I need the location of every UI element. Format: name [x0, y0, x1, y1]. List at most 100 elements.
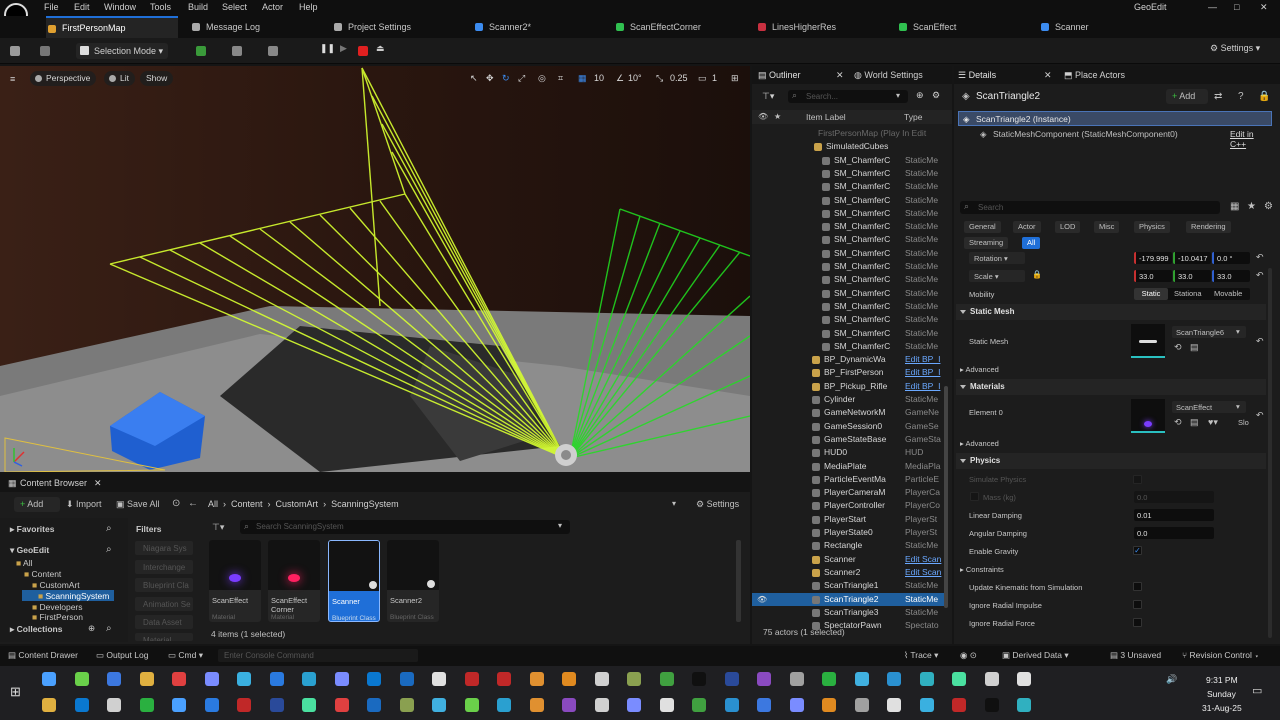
camera-speed-value[interactable]: 1	[712, 73, 717, 83]
outliner-row[interactable]: HUD0 HUD	[752, 446, 945, 459]
details-search-input[interactable]: ⌕ Search	[960, 201, 1220, 214]
filter-data-asset[interactable]: Data Asset	[135, 615, 193, 629]
photos-icon[interactable]	[74, 672, 89, 686]
visibility-column-icon[interactable]: 👁	[758, 112, 768, 121]
reset-icon[interactable]: ↶	[1256, 410, 1264, 421]
section-materials[interactable]: Materials	[956, 379, 1266, 395]
category-actor[interactable]: Actor	[1013, 221, 1041, 233]
outliner-row[interactable]: PlayerState0 PlayerSt	[752, 526, 945, 539]
pinned-app-icon[interactable]	[302, 698, 316, 712]
component-child-row[interactable]: ◈ StaticMeshComponent (StaticMeshCompone…	[958, 127, 1272, 149]
search-icon[interactable]: ⌕	[106, 623, 112, 634]
scale-mode-dropdown[interactable]: Scale ▾	[969, 270, 1025, 282]
outliner-row[interactable]: SM_ChamferC StaticMe	[752, 260, 945, 273]
discord-icon[interactable]	[204, 672, 219, 686]
add-component-button[interactable]: + Add	[1166, 89, 1208, 104]
tab-scanner[interactable]: Scanner	[1039, 16, 1089, 38]
star-icon[interactable]: ★	[1247, 201, 1256, 212]
outliner-row[interactable]: SM_ChamferC StaticMe	[752, 220, 945, 233]
category-lod[interactable]: LOD	[1055, 221, 1081, 233]
outliner-row[interactable]: SimulatedCubes	[752, 140, 945, 153]
close-icon[interactable]: ✕	[94, 478, 102, 489]
outliner-item-type[interactable]: Edit BP_I	[905, 353, 945, 366]
pinned-app-icon[interactable]	[367, 698, 381, 712]
details-tab[interactable]: ☰ Details	[958, 70, 996, 81]
section-physics[interactable]: Physics	[956, 453, 1266, 469]
tab-project-settings[interactable]: Project Settings	[332, 16, 411, 38]
pinned-app-icon[interactable]	[627, 698, 641, 712]
tab-scaneffect[interactable]: ScanEffect	[897, 16, 956, 38]
scale-x-field[interactable]: 33.0	[1134, 270, 1172, 282]
trace-button[interactable]: ⌇ Trace ▾	[904, 650, 938, 661]
outliner-row[interactable]: GameSession0 GameSe	[752, 420, 945, 433]
save-icon[interactable]	[10, 46, 20, 56]
outliner-row[interactable]: SM_ChamferC StaticMe	[752, 247, 945, 260]
chrome2-icon[interactable]	[237, 672, 251, 686]
filter-material[interactable]: Material	[135, 633, 193, 641]
outliner-row[interactable]: Rectangle StaticMe	[752, 539, 945, 552]
outliner-row[interactable]: FirstPersonMap (Play In Edit	[752, 127, 945, 140]
blender-icon[interactable]	[529, 672, 544, 686]
material-thumbnail[interactable]	[1131, 399, 1165, 433]
scale-y-field[interactable]: 33.0	[1173, 270, 1211, 282]
pinned-app-icon[interactable]	[789, 698, 804, 712]
outliner-row[interactable]: SM_ChamferC StaticMe	[752, 154, 945, 167]
app9-icon[interactable]	[952, 672, 966, 686]
outliner-item-type[interactable]: Edit Scan	[905, 553, 945, 566]
save-all-button[interactable]: ▣ Save All	[116, 499, 160, 510]
filter-animation[interactable]: Animation Se	[135, 597, 193, 611]
vs-icon[interactable]	[757, 672, 771, 686]
place-actors-tab[interactable]: ⬒ Place Actors	[1064, 70, 1125, 81]
outliner-row[interactable]: BP_DynamicWa Edit BP_I	[752, 353, 945, 366]
content-search-input[interactable]: ⌕ Search ScanningSystem ▾	[240, 520, 570, 534]
rotation-x-field[interactable]: -179.999	[1134, 252, 1172, 264]
outliner-row[interactable]: ParticleEventMa ParticleE	[752, 473, 945, 486]
pinned-app-icon[interactable]	[529, 698, 544, 712]
outliner-row[interactable]: PlayerStart PlayerSt	[752, 513, 945, 526]
add-button[interactable]: + Add	[14, 497, 60, 512]
camera-speed-icon[interactable]: ▭	[698, 73, 707, 84]
pinned-app-icon[interactable]	[984, 698, 999, 712]
surface-snap-icon[interactable]: ⌗	[558, 73, 563, 84]
close-icon[interactable]: ✕	[1260, 2, 1268, 13]
tab-scanner2[interactable]: Scanner2*	[473, 16, 531, 38]
notes-icon[interactable]	[107, 672, 121, 686]
chevron-down-icon[interactable]: ▾	[672, 499, 676, 508]
outliner-row[interactable]: SM_ChamferC StaticMe	[752, 194, 945, 207]
content-scrollbar[interactable]	[736, 540, 741, 622]
tree-all[interactable]: ■ All	[16, 558, 33, 568]
eject-icon[interactable]: ⏏	[376, 43, 385, 59]
asset-scanner[interactable]: Scanner Blueprint Class	[328, 540, 380, 622]
minimize-icon[interactable]: —	[1208, 2, 1217, 12]
ignore-radial-force-checkbox[interactable]	[1133, 618, 1142, 627]
details-scrollbar[interactable]	[1268, 268, 1272, 638]
blender2-icon[interactable]	[562, 672, 576, 686]
stop-icon[interactable]	[358, 46, 368, 56]
tab-scaneffectcorner[interactable]: ScanEffectCorner	[614, 16, 701, 38]
tab-firstpersonmap[interactable]: FirstPersonMap	[46, 16, 178, 38]
visibility-eye-icon[interactable]: 👁	[757, 593, 767, 606]
breadcrumb-content[interactable]: Content	[231, 499, 263, 509]
scale-tool-icon[interactable]: ⤢	[518, 73, 525, 84]
collections-header[interactable]: ▸ Collections	[10, 624, 62, 635]
outliner-item-type[interactable]: Edit BP_I	[905, 380, 945, 393]
back-icon[interactable]: ←	[188, 498, 198, 509]
rotation-y-field[interactable]: -10.0417	[1173, 252, 1211, 264]
outliner-row[interactable]: SM_ChamferC StaticMe	[752, 287, 945, 300]
pinned-app-icon[interactable]	[334, 698, 349, 712]
outliner-row[interactable]: MediaPlate MediaPla	[752, 460, 945, 473]
use-selected-icon[interactable]: ▤	[1190, 342, 1199, 353]
app2-icon[interactable]	[464, 672, 479, 686]
app7-icon[interactable]	[887, 672, 901, 686]
filter-niagara[interactable]: Niagara Sys	[135, 541, 193, 555]
scale-snap-icon[interactable]: ⤡	[656, 73, 663, 84]
unreal2-icon[interactable]	[1017, 672, 1031, 686]
discord2-icon[interactable]	[334, 672, 349, 686]
outliner-row[interactable]: Cylinder StaticMe	[752, 393, 945, 406]
outliner-row[interactable]: Scanner2 Edit Scan	[752, 566, 945, 579]
category-physics[interactable]: Physics	[1134, 221, 1170, 233]
asset-scaneffect-corner[interactable]: ScanEffect Corner Material	[268, 540, 320, 622]
outliner-row[interactable]: GameStateBase GameSta	[752, 433, 945, 446]
outliner-row[interactable]: BP_FirstPerson Edit BP_I	[752, 366, 945, 379]
advanced-toggle[interactable]: ▸ Advanced	[960, 365, 999, 374]
